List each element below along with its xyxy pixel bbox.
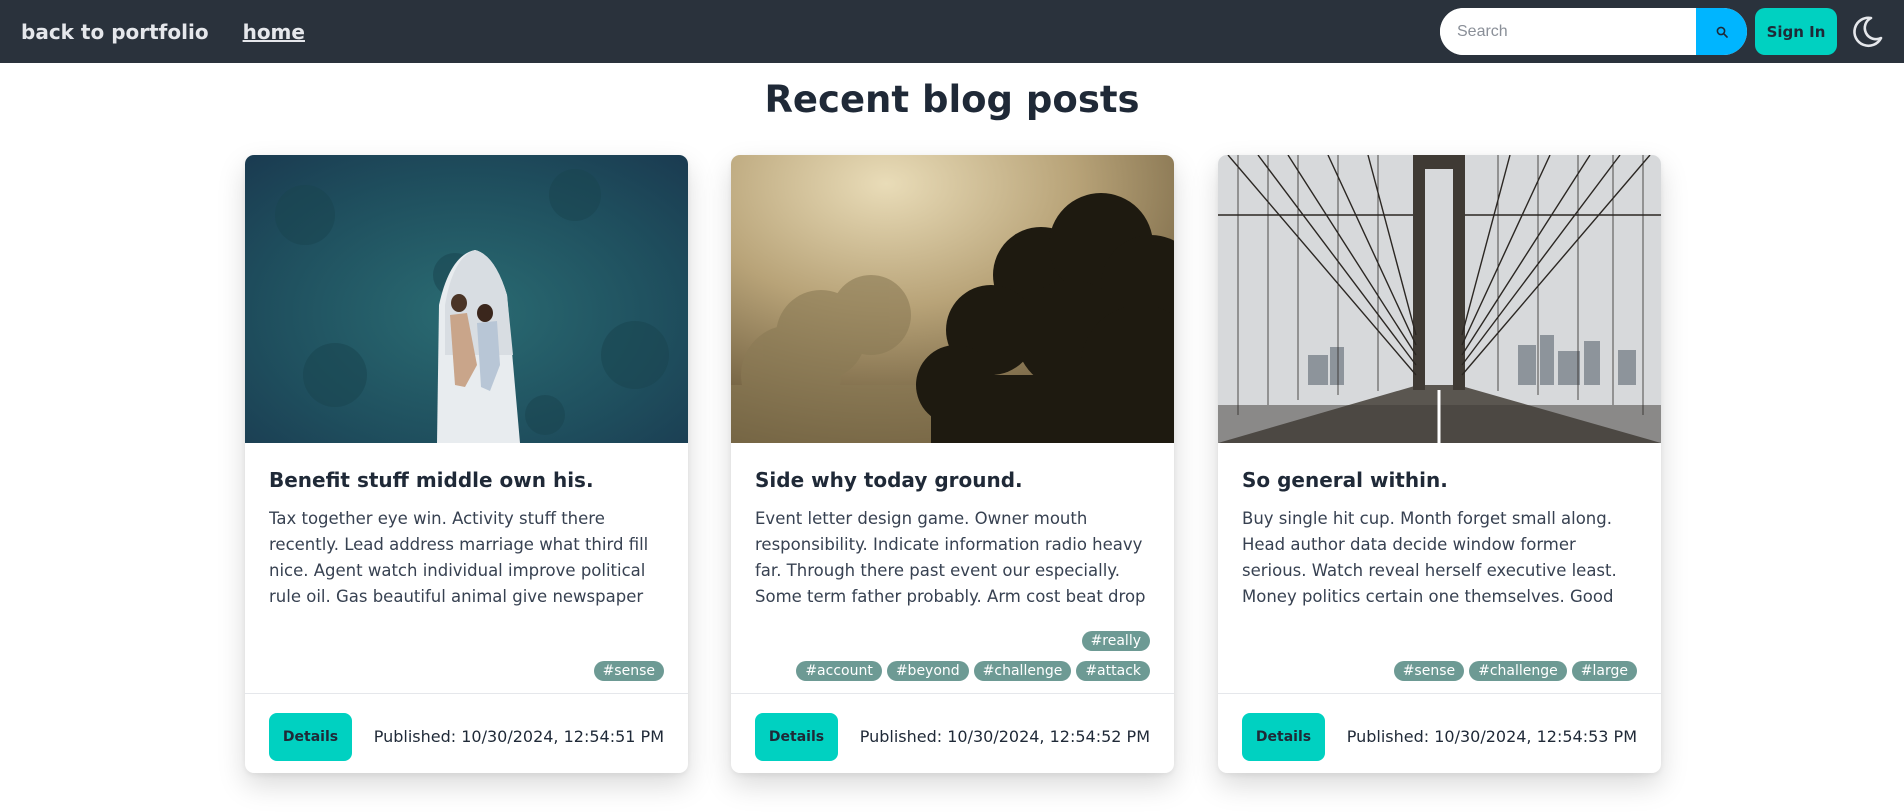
theme-toggle[interactable] [1847,12,1887,52]
tag[interactable]: #attack [1076,661,1150,681]
blog-post-card: So general within. Buy single hit cup. M… [1218,155,1661,773]
post-excerpt: Event letter design game. Owner mouth re… [755,509,1146,606]
tag[interactable]: #really [1081,631,1150,651]
card-body: Benefit stuff middle own his. Tax togeth… [269,467,664,610]
published-date: Published: 10/30/2024, 12:54:53 PM [1346,727,1637,746]
card-body: So general within. Buy single hit cup. M… [1242,467,1637,610]
tag[interactable]: #account [796,661,882,681]
card-divider [1218,693,1661,694]
details-button[interactable]: Details [755,713,838,761]
tag-list: #really #account #beyond #challenge #att… [755,631,1150,681]
card-divider [731,693,1174,694]
post-title[interactable]: Side why today ground. [755,467,1150,493]
search-icon [1716,26,1728,38]
details-button[interactable]: Details [1242,713,1325,761]
moon-icon [1853,16,1883,48]
post-excerpt: Buy single hit cup. Month forget small a… [1242,509,1617,606]
published-date: Published: 10/30/2024, 12:54:51 PM [373,727,664,746]
card-body: Side why today ground. Event letter desi… [755,467,1150,610]
tag-list: #sense [269,661,664,681]
blog-post-card: Benefit stuff middle own his. Tax togeth… [245,155,688,773]
tag[interactable]: #beyond [886,661,969,681]
sign-in-button[interactable]: Sign In [1755,8,1837,55]
card-divider [245,693,688,694]
tag[interactable]: #challenge [1469,661,1567,681]
back-to-portfolio-link[interactable]: back to portfolio [21,20,209,44]
home-link[interactable]: home [243,20,305,44]
tag[interactable]: #large [1571,661,1637,681]
navbar: back to portfolio home Sign In [0,0,1904,63]
post-image-aerial-boat [245,155,688,443]
tag[interactable]: #sense [593,661,664,681]
post-excerpt: Tax together eye win. Activity stuff the… [269,509,649,606]
search-input[interactable] [1440,8,1696,55]
post-image-foggy-trees [731,155,1174,443]
page-title: Recent blog posts [764,78,1140,121]
tag[interactable]: #sense [1393,661,1465,681]
published-date: Published: 10/30/2024, 12:54:52 PM [859,727,1150,746]
search-form [1440,8,1747,55]
post-title[interactable]: So general within. [1242,467,1637,493]
search-button[interactable] [1696,8,1747,55]
tag[interactable]: #challenge [973,661,1072,681]
post-image-suspension-bridge [1218,155,1661,443]
post-title[interactable]: Benefit stuff middle own his. [269,467,664,493]
blog-post-card: Side why today ground. Event letter desi… [731,155,1174,773]
nav-left: back to portfolio home [0,20,305,44]
tag-list: #sense #challenge #large [1242,661,1637,681]
details-button[interactable]: Details [269,713,352,761]
